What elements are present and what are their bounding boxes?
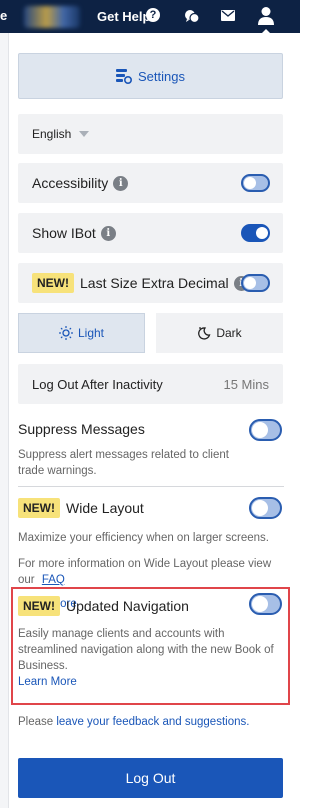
blurred-account-name [24,6,80,28]
updated-nav-description: Easily manage clients and accounts with … [18,628,274,672]
language-value: English [32,127,72,141]
settings-label: Settings [138,68,185,84]
divider [18,486,284,487]
updated-nav-toggle[interactable] [249,593,282,615]
updated-nav-learn-more-link[interactable]: Learn More [18,676,284,688]
chevron-down-icon [79,131,90,137]
faq-link[interactable]: FAQ [42,574,65,586]
suppress-toggle[interactable] [249,419,282,441]
mail-icon[interactable] [221,10,235,21]
toggle-knob [252,422,268,438]
feedback-line: Please leave your feedback and suggestio… [18,714,249,730]
last-size-toggle[interactable] [241,274,270,292]
feedback-link[interactable]: leave your feedback and suggestions. [56,716,249,728]
info-icon[interactable]: i [113,175,129,191]
toggle-knob [244,277,256,289]
new-badge: NEW! [18,596,60,616]
toggle-knob [256,227,268,239]
show-ibot-toggle[interactable] [241,224,270,242]
toggle-knob [244,177,256,189]
suppress-description: Suppress alert messages related to clien… [18,449,229,477]
new-badge: NEW! [18,498,60,518]
log-out-button[interactable]: Log Out [18,758,283,798]
updated-nav-section: NEW! Updated Navigation Easily manage cl… [18,596,284,688]
top-bar: e Get Help ? [0,0,300,34]
toggle-knob [252,596,268,612]
inactivity-value: 15 Mins [223,376,269,392]
accessibility-toggle[interactable] [241,174,270,192]
get-help-link[interactable]: Get Help [97,9,150,24]
suppress-section: Suppress Messages Suppress alert message… [18,421,284,479]
chat-icon[interactable] [184,9,200,24]
user-icon[interactable] [257,6,275,26]
question-circle-icon[interactable]: ? [146,8,160,22]
page-background [0,33,8,808]
suppress-label: Suppress Messages [18,421,145,437]
settings-icon [116,68,132,84]
inactivity-row[interactable]: Log Out After Inactivity 15 Mins [18,364,283,404]
theme-light-label: Light [77,326,105,340]
theme-dark-button[interactable]: Dark [156,313,283,353]
wide-layout-label: Wide Layout [66,500,144,516]
info-icon[interactable]: i [100,225,116,241]
new-badge: NEW! [32,273,74,293]
wide-layout-more: For more information on Wide Layout plea… [18,556,278,588]
last-size-label: Last Size Extra Decimal [80,275,229,291]
theme-light-button[interactable]: Light [18,313,145,353]
moon-icon [198,327,211,340]
show-ibot-label: Show IBot [32,225,96,241]
account-initial: e [0,8,8,23]
sun-icon [58,326,73,340]
wide-layout-description: Maximize your efficiency when on larger … [18,532,269,544]
toggle-knob [252,500,268,516]
theme-dark-label: Dark [216,326,242,340]
wide-layout-toggle[interactable] [249,497,282,519]
updated-nav-header: NEW! Updated Navigation [18,596,284,616]
accessibility-label: Accessibility [32,175,109,191]
language-select[interactable]: English [18,114,283,154]
settings-button[interactable]: Settings [18,53,283,99]
inactivity-label: Log Out After Inactivity [32,376,163,392]
feedback-prefix: Please [18,716,57,728]
wide-layout-header: NEW! Wide Layout [18,498,284,518]
updated-nav-label: Updated Navigation [66,598,189,614]
